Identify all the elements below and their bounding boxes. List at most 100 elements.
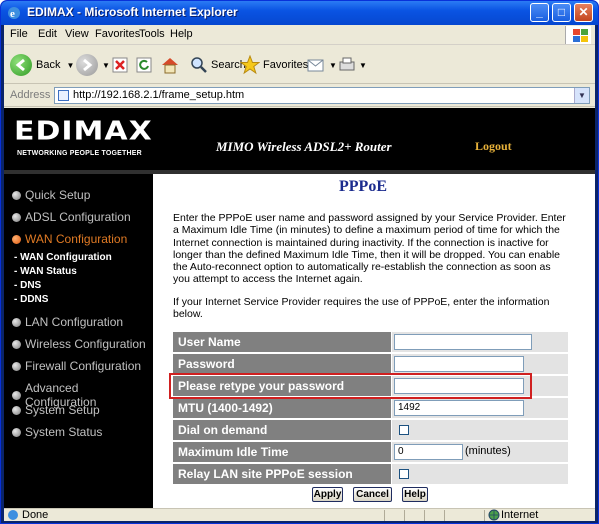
sidebar-item-quick-setup[interactable]: Quick Setup <box>12 188 90 202</box>
subnav-wan-configuration[interactable]: - WAN Configuration <box>14 252 112 263</box>
mtu-highlight-box <box>169 373 532 399</box>
forward-dropdown-icon[interactable]: ▼ <box>102 61 110 70</box>
username-input[interactable] <box>394 334 532 350</box>
main-content: PPPoE Enter the PPPoE user name and pass… <box>153 174 595 508</box>
back-dropdown-icon[interactable]: ▼ <box>66 61 74 70</box>
menu-help[interactable]: Help <box>170 28 193 40</box>
page-viewport: EDIMAX NETWORKING PEOPLE TOGETHER MIMO W… <box>4 108 595 508</box>
status-bar: Done Internet <box>4 508 595 521</box>
product-name: MIMO Wireless ADSL2+ Router <box>216 139 392 154</box>
row-max-idle-time: Maximum Idle Time 0 (minutes) <box>173 442 568 463</box>
close-button[interactable]: ✕ <box>574 3 593 22</box>
sidebar-nav: Quick Setup ADSL Configuration WAN Confi… <box>4 174 153 508</box>
menu-bar: File Edit View Favorites Tools Help <box>4 25 595 45</box>
home-button[interactable] <box>160 52 180 78</box>
logout-link[interactable]: Logout <box>475 139 512 154</box>
page-done-icon <box>8 510 18 520</box>
status-divider <box>484 510 485 521</box>
menu-view[interactable]: View <box>65 28 89 40</box>
row-username: User Name <box>173 332 568 353</box>
status-divider <box>384 510 385 521</box>
bullet-icon <box>12 390 21 400</box>
print-icon <box>339 57 355 71</box>
router-banner: EDIMAX NETWORKING PEOPLE TOGETHER MIMO W… <box>4 108 595 170</box>
ie-icon: e <box>8 7 20 20</box>
sidebar-item-wan-configuration[interactable]: WAN Configuration <box>12 232 127 246</box>
sidebar-item-firewall-configuration[interactable]: Firewall Configuration <box>12 359 141 373</box>
intro-text: Enter the PPPoE user name and password a… <box>173 212 566 286</box>
help-button[interactable]: Help <box>402 487 428 502</box>
sidebar-item-lan-configuration[interactable]: LAN Configuration <box>12 315 123 329</box>
print-dropdown-icon[interactable]: ▼ <box>359 61 367 70</box>
star-icon <box>240 55 260 75</box>
zone-text: Internet <box>501 509 539 521</box>
address-bar: Address http://192.168.2.1/frame_setup.h… <box>4 85 595 107</box>
address-url: http://192.168.2.1/frame_setup.htm <box>73 89 245 101</box>
back-arrow-icon <box>10 54 32 76</box>
search-button[interactable]: Search <box>190 52 246 78</box>
forward-button[interactable]: ▼ <box>76 52 110 78</box>
menu-file[interactable]: File <box>10 28 28 40</box>
address-dropdown-icon[interactable]: ▼ <box>574 88 589 103</box>
back-button[interactable]: Back ▼ <box>10 52 74 78</box>
mtu-input[interactable]: 1492 <box>394 400 524 416</box>
forward-arrow-icon <box>76 54 98 76</box>
edimax-logo: EDIMAX <box>14 116 153 147</box>
logo-tagline: NETWORKING PEOPLE TOGETHER <box>17 150 142 157</box>
max-idle-time-label: Maximum Idle Time <box>173 442 391 462</box>
sidebar-item-wireless-configuration[interactable]: Wireless Configuration <box>12 337 146 351</box>
subnav-ddns[interactable]: - DDNS <box>14 294 48 305</box>
sidebar-item-system-setup[interactable]: System Setup <box>12 403 100 417</box>
refresh-icon <box>136 57 152 73</box>
mail-icon <box>307 59 324 72</box>
username-label: User Name <box>173 332 391 352</box>
subnav-dns[interactable]: - DNS <box>14 280 41 291</box>
address-input[interactable]: http://192.168.2.1/frame_setup.htm ▼ <box>54 87 590 104</box>
mail-dropdown-icon[interactable]: ▼ <box>329 61 337 70</box>
window-title: EDIMAX - Microsoft Internet Explorer <box>27 5 238 19</box>
bullet-icon <box>12 427 21 437</box>
maximize-button[interactable]: □ <box>552 3 571 22</box>
menu-tools[interactable]: Tools <box>139 28 165 40</box>
bullet-icon <box>12 234 21 244</box>
menu-edit[interactable]: Edit <box>38 28 57 40</box>
search-icon <box>191 57 207 73</box>
favorites-button[interactable]: Favorites <box>240 52 308 78</box>
cancel-button[interactable]: Cancel <box>353 487 392 502</box>
note-text: If your Internet Service Provider requir… <box>173 296 550 321</box>
row-relay-pppoe: Relay LAN site PPPoE session <box>173 464 568 485</box>
apply-button[interactable]: Apply <box>312 487 343 502</box>
back-label: Back <box>36 59 61 71</box>
windows-logo-icon <box>565 26 591 44</box>
refresh-button[interactable] <box>136 52 154 78</box>
bullet-icon <box>12 190 21 200</box>
row-password: Password <box>173 354 568 375</box>
row-mtu: MTU (1400-1492) 1492 <box>173 398 568 419</box>
sidebar-item-system-status[interactable]: System Status <box>12 425 102 439</box>
dial-on-demand-label: Dial on demand <box>173 420 391 440</box>
relay-pppoe-label: Relay LAN site PPPoE session <box>173 464 391 484</box>
relay-pppoe-checkbox[interactable] <box>399 469 409 479</box>
menu-favorites[interactable]: Favorites <box>95 28 140 40</box>
internet-zone-icon <box>488 509 500 521</box>
status-divider <box>404 510 405 521</box>
title-bar: e EDIMAX - Microsoft Internet Explorer _… <box>1 1 598 25</box>
password-input[interactable] <box>394 356 524 372</box>
stop-icon <box>112 57 128 73</box>
favorites-label: Favorites <box>263 59 309 71</box>
minimize-button[interactable]: _ <box>530 3 549 22</box>
bullet-icon <box>12 212 21 222</box>
sidebar-item-adsl-configuration[interactable]: ADSL Configuration <box>12 210 131 224</box>
toolbar: Back ▼ ▼ Search Favorites ▼ ▼ <box>4 46 595 84</box>
bullet-icon <box>12 317 21 327</box>
address-label: Address <box>10 89 51 101</box>
media-button[interactable]: ▼ <box>306 52 337 78</box>
page-icon <box>58 90 69 101</box>
stop-button[interactable] <box>112 52 130 78</box>
bullet-icon <box>12 405 21 415</box>
max-idle-time-input[interactable]: 0 <box>394 444 463 460</box>
print-button[interactable]: ▼ <box>338 52 367 78</box>
status-divider <box>444 510 445 521</box>
subnav-wan-status[interactable]: - WAN Status <box>14 266 77 277</box>
dial-on-demand-checkbox[interactable] <box>399 425 409 435</box>
